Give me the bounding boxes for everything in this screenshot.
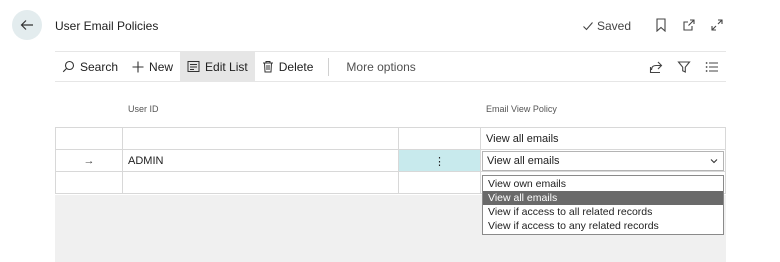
dropdown-option[interactable]: View own emails <box>483 177 723 191</box>
more-options-button[interactable]: More options <box>339 52 422 82</box>
edit-list-icon <box>187 61 200 72</box>
open-new-window-icon[interactable] <box>681 17 697 33</box>
table-row[interactable]: View all emails <box>55 127 726 150</box>
share-icon[interactable] <box>648 59 664 75</box>
arrow-left-icon <box>20 20 33 30</box>
policy-cell[interactable]: View all emails <box>481 128 726 150</box>
user-id-cell[interactable] <box>123 172 399 194</box>
delete-label: Delete <box>278 59 314 74</box>
policy-dropdown-list: View own emails View all emails View if … <box>482 175 724 235</box>
row-indicator-cell <box>55 128 123 150</box>
column-header-user-id[interactable]: User ID <box>128 104 159 114</box>
action-bar: Search New Edit List Delete More options <box>55 51 726 82</box>
user-id-cell[interactable] <box>123 128 399 150</box>
action-separator <box>328 57 330 76</box>
row-indicator-cell <box>55 172 123 194</box>
email-view-policy-select[interactable]: View all emails <box>482 151 724 171</box>
action-right-icons <box>648 59 720 75</box>
row-menu-cell <box>399 128 481 150</box>
dropdown-option-selected[interactable]: View all emails <box>483 191 723 205</box>
saved-status: Saved <box>582 19 631 33</box>
delete-button[interactable]: Delete <box>255 52 321 82</box>
back-button[interactable] <box>12 10 42 40</box>
row-menu-cell <box>399 172 481 194</box>
page-card: User Email Policies Saved Search New Edi… <box>55 0 726 262</box>
title-bar: User Email Policies Saved <box>55 0 726 52</box>
new-button[interactable]: New <box>125 52 180 82</box>
dropdown-option[interactable]: View if access to all related records <box>483 205 723 219</box>
saved-label: Saved <box>597 19 632 33</box>
plus-icon <box>132 61 144 72</box>
row-actions-icon[interactable]: ⋮ <box>399 150 481 172</box>
new-label: New <box>149 59 174 74</box>
filter-icon[interactable] <box>676 59 692 75</box>
current-row-arrow-icon: → <box>55 150 123 172</box>
user-id-cell[interactable]: ADMIN <box>123 150 399 172</box>
search-label: Search <box>80 59 119 74</box>
edit-list-button[interactable]: Edit List <box>180 51 255 82</box>
trash-icon <box>262 61 273 73</box>
dropdown-option[interactable]: View if access to any related records <box>483 219 723 233</box>
page-title: User Email Policies <box>55 19 159 33</box>
edit-list-label: Edit List <box>205 59 248 74</box>
more-options-label: More options <box>346 59 416 74</box>
checkmark-icon <box>583 22 593 31</box>
column-header-email-view-policy[interactable]: Email View Policy <box>486 104 557 114</box>
chevron-down-icon <box>710 159 718 164</box>
select-value: View all emails <box>487 155 560 167</box>
title-icons <box>653 17 725 33</box>
bookmark-icon[interactable] <box>653 17 669 33</box>
search-button[interactable]: Search <box>55 52 125 82</box>
expand-icon[interactable] <box>709 17 725 33</box>
table-row-selected[interactable]: → ADMIN ⋮ View all emails <box>55 149 726 172</box>
list-view-icon[interactable] <box>704 59 720 75</box>
search-icon <box>62 60 75 73</box>
